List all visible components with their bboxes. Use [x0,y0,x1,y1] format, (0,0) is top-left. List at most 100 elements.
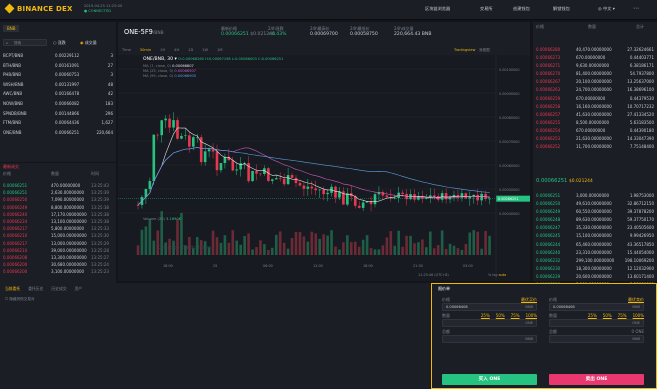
menu-icon[interactable]: ⋯ [633,5,639,12]
sell-total-input[interactable]: BNB [549,335,644,343]
tab-tradingview[interactable]: Tradingview [454,48,475,52]
volume-bar [286,248,290,255]
interval-1m[interactable]: 1M [217,48,222,52]
market-row[interactable]: SPNDB/BNB 0.00144866 296 [3,109,113,119]
ask-row[interactable]: 0.00066273 670.00000000 0.44403771 [536,54,654,62]
market-row[interactable]: PHB/BNB 0.00060753 3 [3,70,113,80]
volume-bar [338,249,341,255]
buy-amount-input[interactable]: ONE [442,319,537,327]
y-tick-label: 0.00100000 [499,68,520,72]
ask-row[interactable]: 0.00066267 20,100.00000000 13.25637000 [536,78,654,86]
orders-tab[interactable]: 当前委托 [5,286,20,292]
ask-row[interactable]: 0.00066259 670.00000000 0.44379530 [536,95,654,103]
nav-exchange[interactable]: 交易所 [480,6,493,12]
buy-pct-button[interactable]: 100% [526,313,537,318]
price-tag: 0.00066251 [498,197,519,201]
chart-scale-options[interactable]: % log auto [488,273,506,277]
volume-bar [389,231,393,255]
nav-create-wallet[interactable]: 创建钱包 [513,6,530,12]
interval-30min[interactable]: 30min [140,48,151,52]
market-tab-bnb[interactable]: BNB [3,25,20,32]
orders-tab[interactable]: 资产 [75,286,83,292]
bid-row[interactable]: 0.00066240 23,310.00000000 15.44054000 [536,249,654,257]
radio-volume[interactable]: ◉ 成交量 [80,40,97,46]
x-tick-label: 03:00 [463,264,473,268]
volume-bar [413,243,416,255]
tab-depth[interactable]: 深度图 [479,48,490,52]
bid-row[interactable]: 0.00066232 299,100.00000000 198.10069200 [536,257,654,265]
volume-bar [369,247,373,255]
ask-row[interactable]: 0.00066255 8,500.00000000 5.63183500 [536,119,654,127]
buy-pct-button[interactable]: 75% [511,313,520,318]
network-info: 2019-04-25 11:25:00 ● CONNECTED [84,4,122,14]
bid-row[interactable]: 0.00066249 60,550.00000000 39.37878200 [536,208,654,216]
sell-button[interactable]: 卖出 ONE [549,374,644,385]
sell-price-input[interactable]: 0.00066408 BNB [549,303,644,311]
ask-row[interactable]: 0.00066258 16,160.00000000 10.70717232 [536,103,654,111]
buy-total-input[interactable]: BNB [442,335,537,343]
language-select[interactable]: ◎ 中文 ▾ [598,6,615,12]
radio-change[interactable]: ○ 涨跌 [53,40,66,46]
sell-pct-button[interactable]: 50% [603,313,612,318]
chart-mode-tabs: Tradingview 深度图 [454,48,490,53]
ask-row[interactable]: 0.00066252 11,700.00000000 7.75148400 [536,143,654,151]
ask-row[interactable]: 0.00066263 24,700.00000000 16.38696100 [536,86,654,94]
trade-history-panel: 最新成交 价格 数量 时间 0.00066251 470.00000000 13:25:… [0,163,116,283]
bid-row[interactable]: 0.00066245 15,100.00000000 9.99426950 [536,232,654,240]
ask-row[interactable]: 0.00066280 40,470.00000000 27.32624661 [536,46,654,54]
market-row[interactable]: NOW/BNB 0.00066082 183 [3,99,113,109]
bid-row[interactable]: 0.00066230 18,300.00000000 12.12032900 [536,265,654,273]
buy-button[interactable]: 买入 ONE [442,374,537,385]
market-row[interactable]: FTM/BNB 0.00064436 1,627 [3,118,113,128]
ask-row[interactable]: 0.00066270 81,400.00000000 54.7937800 [536,70,654,78]
volume-bar [421,239,424,255]
chart-area[interactable]: 0.00100000 0.00090000 0.00080000 0.00070000… [118,55,530,281]
market-row[interactable]: BCPT/BNB 0.00229112 3 [3,51,113,61]
ask-row[interactable]: 0.00066257 41,630.00000000 27.41334520 [536,111,654,119]
buy-price-input[interactable]: 0.00066408 BNB [442,303,537,311]
bid-row[interactable]: 0.00066244 65,460.00000000 43.36517850 [536,241,654,249]
interval-1w[interactable]: 1W [202,48,208,52]
interval-4h[interactable]: 4H [174,48,179,52]
sell-pct-button[interactable]: 25% [588,313,597,318]
buy-pct-button[interactable]: 50% [496,313,505,318]
interval-1h[interactable]: 1H [160,48,165,52]
volume-bar [310,231,314,255]
interval-1d[interactable]: 1D [188,48,193,52]
bid-row[interactable]: 0.00066247 35,330.00000000 23.40505600 [536,224,654,232]
history-row: 0.00066208 13,300.00000000 13:25:27 [3,254,109,260]
ask-row[interactable]: 0.00066254 670.00000000 0.44390180 [536,127,654,135]
ask-row[interactable]: 0.00066271 9,630.00000000 6.38186171 [536,62,654,70]
ticker-change: 24h涨跌 +0.43% [268,26,287,37]
hide-other-pairs[interactable]: ☐ 隐藏其他交易对 [5,297,35,302]
market-row[interactable]: AWC/BNB 0.00166478 42 [3,89,113,99]
market-row[interactable]: ONE/BNB 0.00066251 220,664 [3,128,113,138]
orders-tab[interactable]: 委托历史 [28,286,43,292]
brand-logo[interactable]: BINANCE DEX [4,3,73,14]
interval-time[interactable]: Time [122,48,131,52]
volume-bar [322,234,325,255]
candle-body [235,169,239,171]
sell-amount-input[interactable]: ONE [549,319,644,327]
limit-order-tab[interactable]: 限价单 [438,286,450,292]
sell-pct-button[interactable]: 100% [633,313,644,318]
buy-pct-button[interactable]: 25% [481,313,490,318]
market-row[interactable]: BTH/BNB 0.00161091 27 [3,61,113,71]
candle-body [274,178,278,180]
sell-pct-button[interactable]: 75% [618,313,627,318]
bid-row[interactable]: 0.00066248 89,630.00000000 59.37750170 [536,216,654,224]
checkbox-icon[interactable]: ☐ [5,297,8,301]
ask-row[interactable]: 0.00066253 21,630.00000000 14.33047390 [536,135,654,143]
bid-row[interactable]: 0.00066229 20,600.00000000 13.60171400 [536,273,654,281]
bid-row[interactable]: 0.00066251 3,000.00000000 1.98753000 [536,192,654,200]
nav-explorer[interactable]: 区块链浏览器 [425,6,450,12]
market-row[interactable]: WISH/BNB 0.00131997 48 [3,80,113,90]
nav-unlock-wallet[interactable]: 解锁钱包 [553,6,570,12]
orders-tab[interactable]: 历史成交 [51,286,66,292]
candle-body [318,189,321,191]
sell-form: 价格 最优卖价 0.00066408 BNB 数量 25% 50% 75% 100% ONE… [549,297,644,343]
history-row: 0.00066217 13,000.00000000 13:25:29 [3,240,109,246]
search-input[interactable]: ⌕ 搜索 [3,39,47,46]
bid-row[interactable]: 0.00066250 49,610.00000000 32.86712150 [536,200,654,208]
candle-body [401,192,404,194]
